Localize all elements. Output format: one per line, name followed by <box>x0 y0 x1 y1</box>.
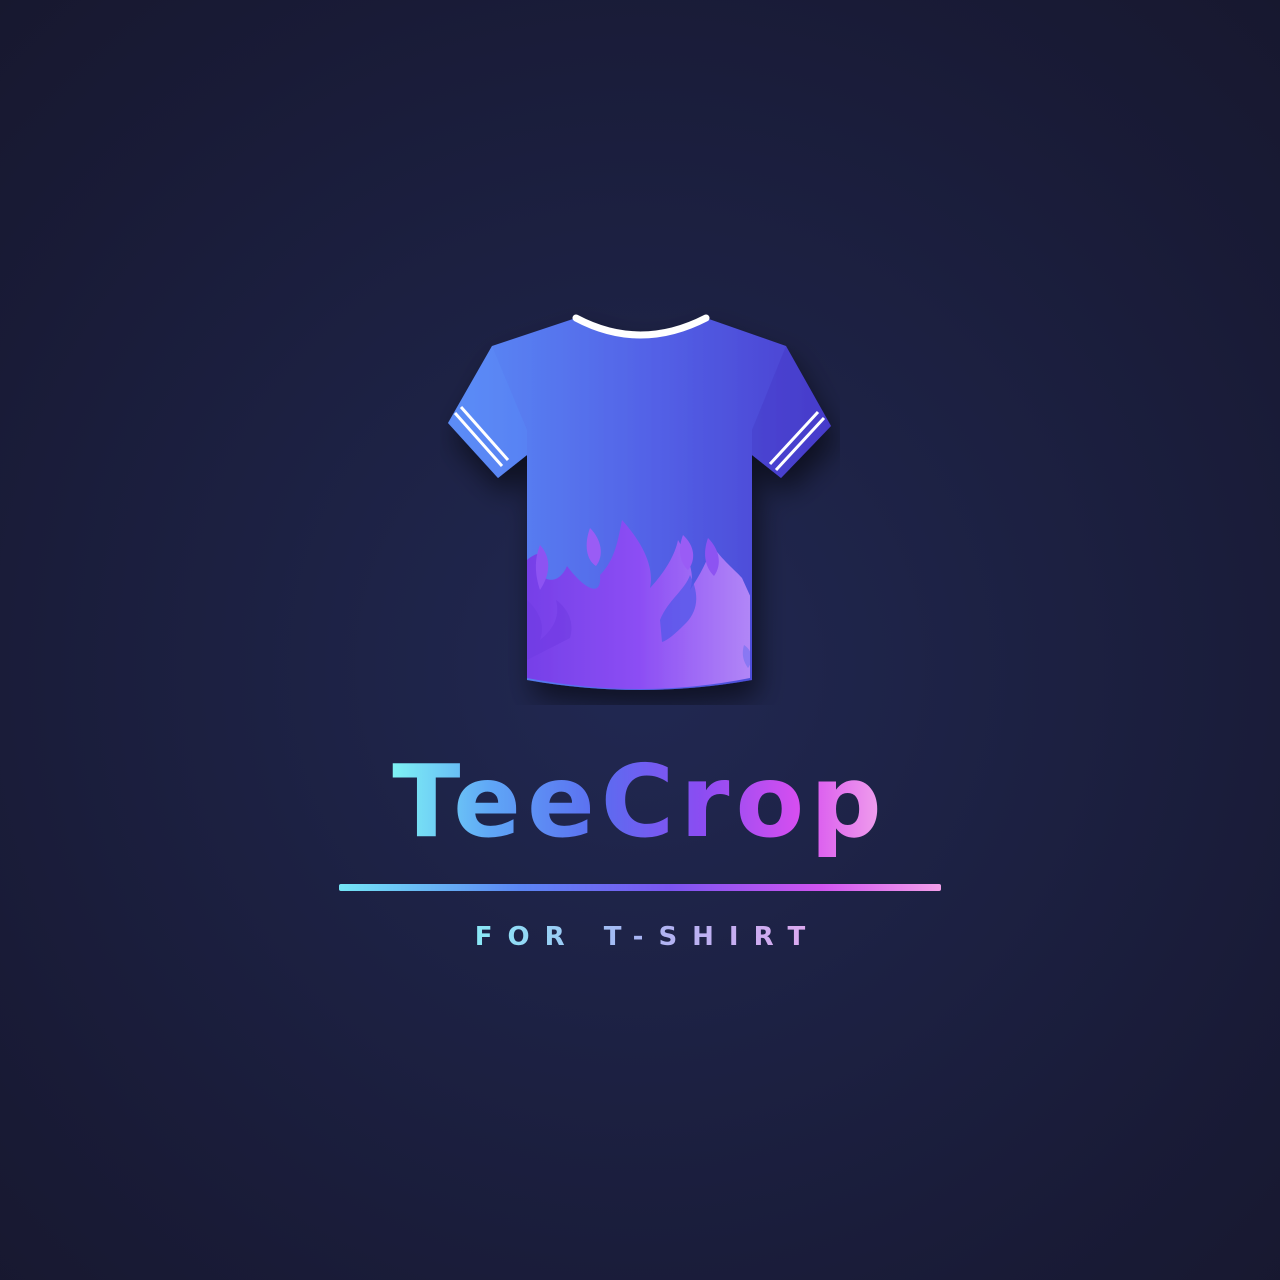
divider-line <box>339 884 941 891</box>
teecrop-logo: TeeCrop FOR T-SHIRT <box>0 0 1280 1280</box>
tagline: FOR T-SHIRT <box>474 922 821 952</box>
t-shirt-flame-icon <box>448 314 831 690</box>
brand-name: TeeCrop <box>392 743 888 860</box>
